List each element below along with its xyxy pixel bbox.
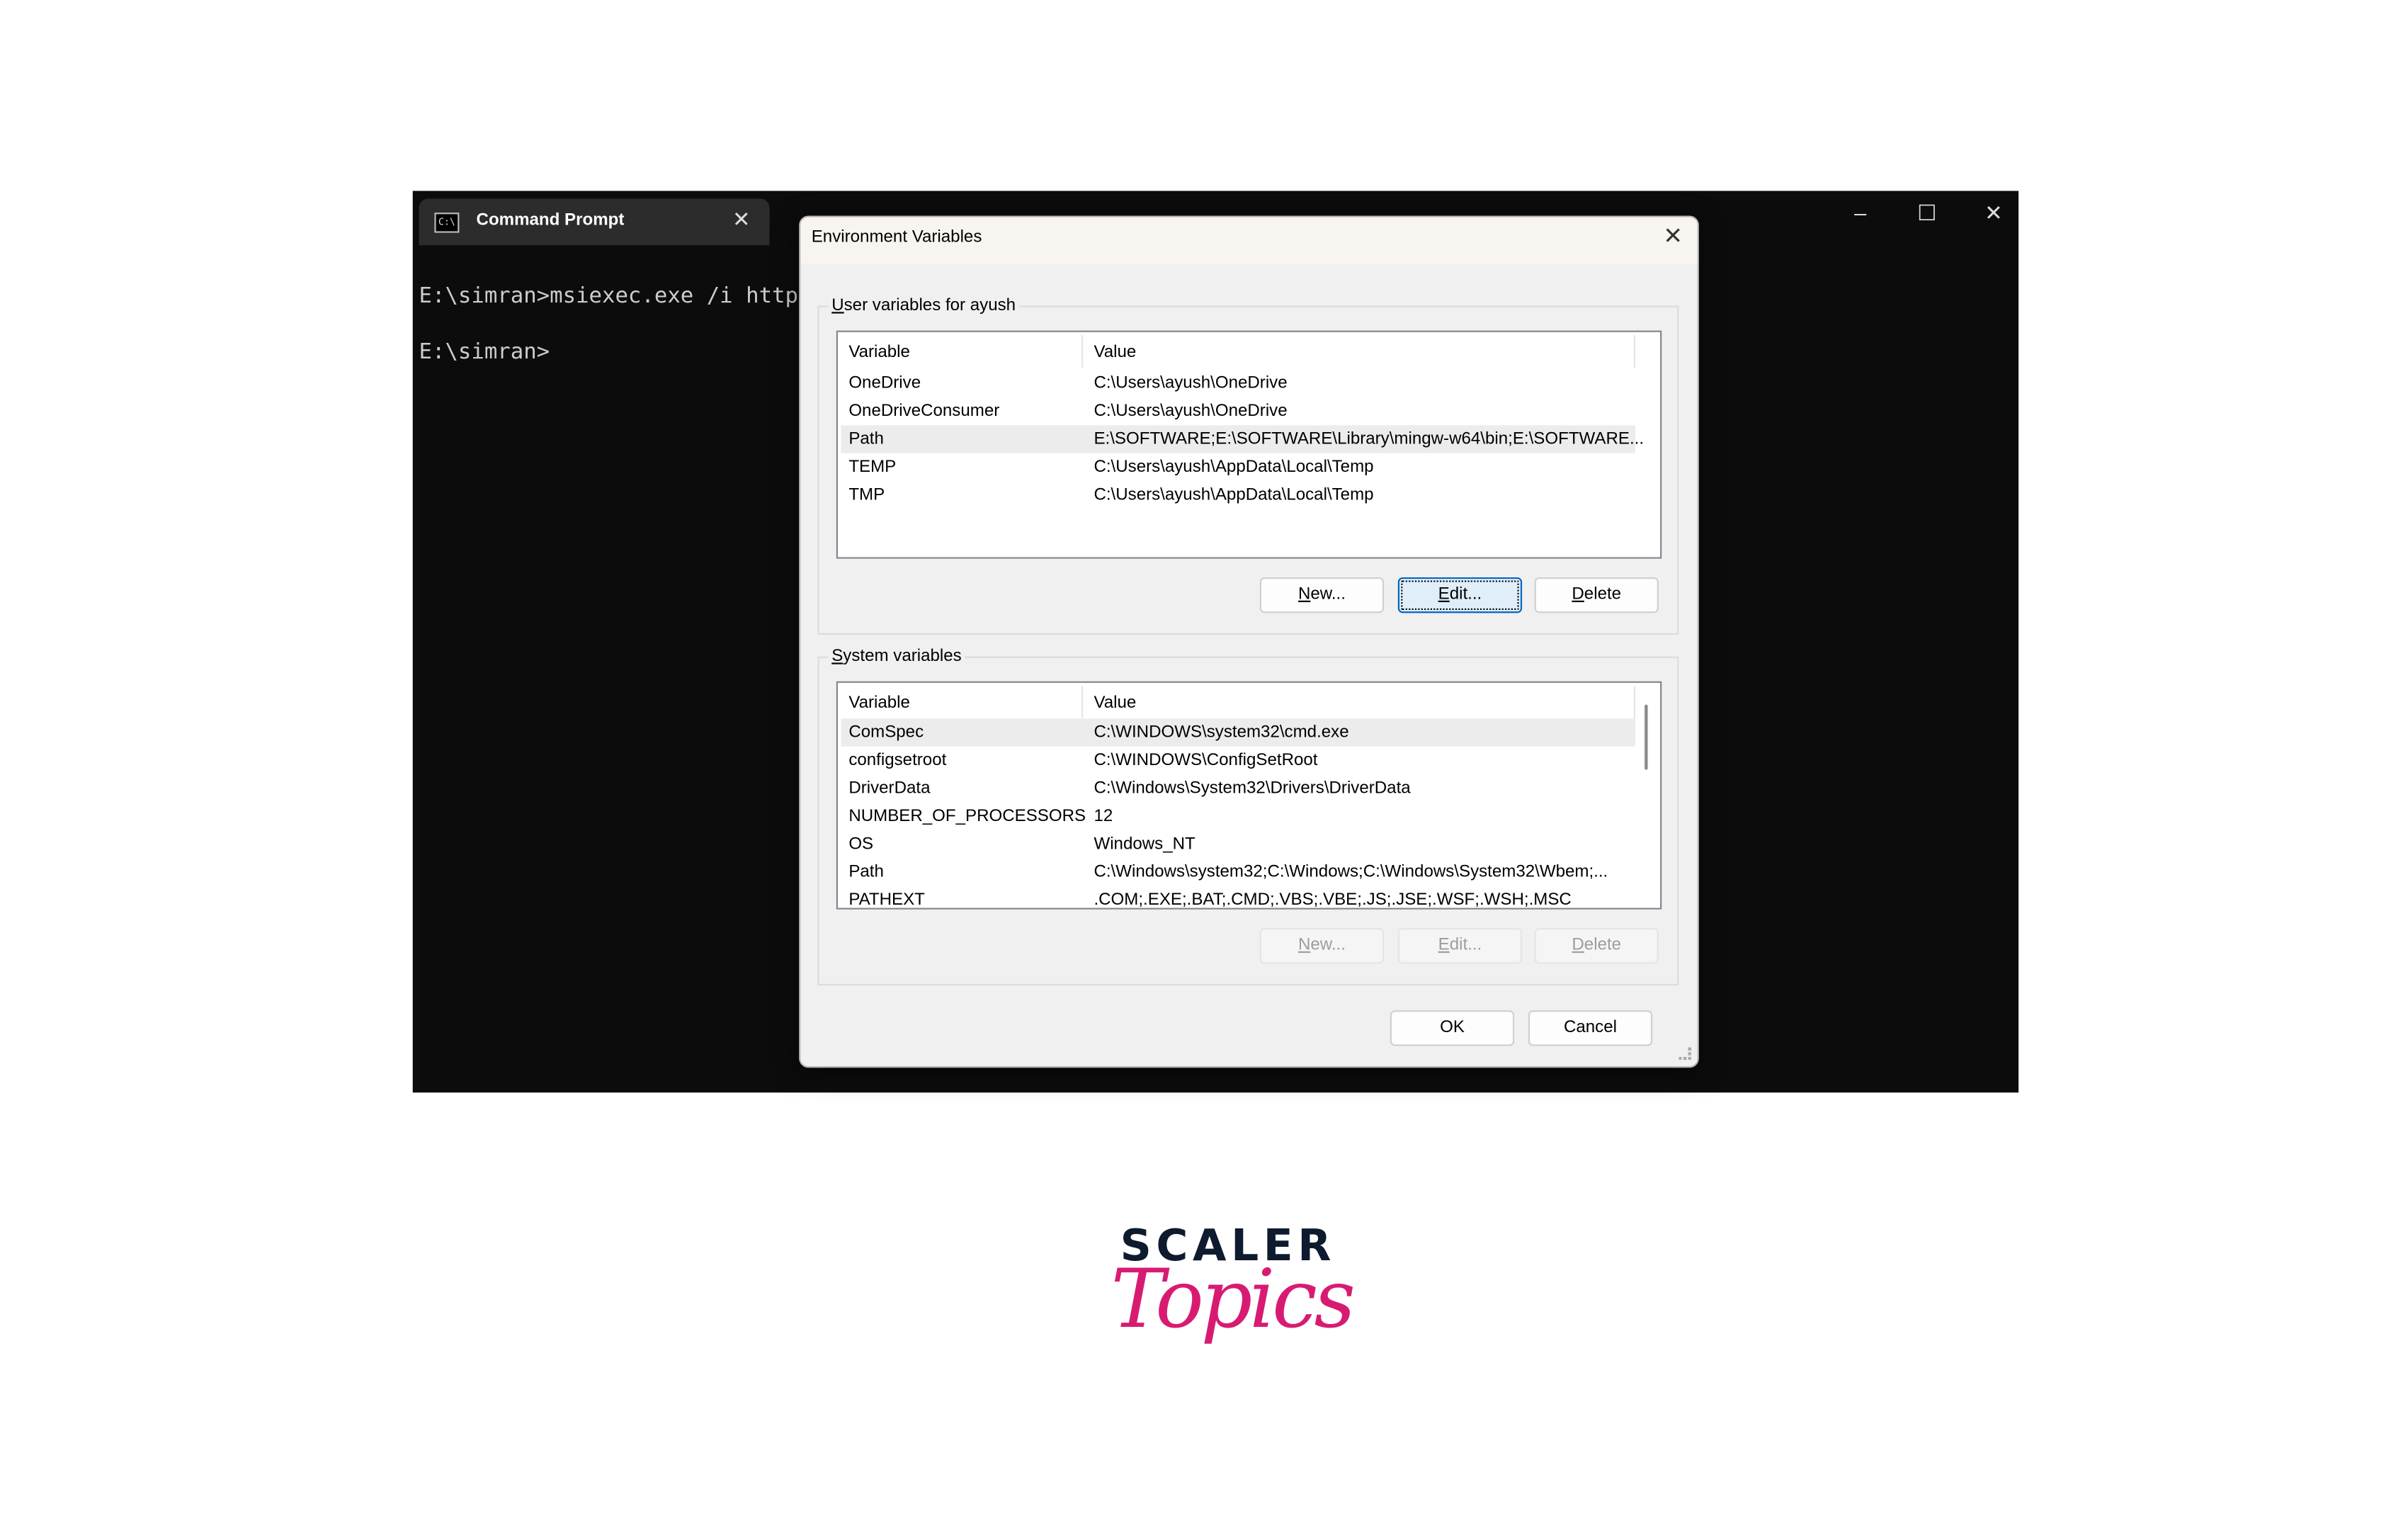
column-variable[interactable]: Variable — [848, 343, 910, 361]
column-divider — [1633, 335, 1635, 368]
system-variables-group: System variables Variable Value ComSpec C… — [817, 647, 1679, 986]
table-row[interactable]: TEMP C:\Users\ayush\AppData\Local\Temp — [841, 453, 1635, 481]
table-row[interactable]: OneDriveConsumer C:\Users\ayush\OneDrive — [841, 397, 1635, 425]
variable-name: NUMBER_OF_PROCESSORS — [848, 807, 1086, 826]
maximize-button[interactable]: ☐ — [1912, 200, 1943, 227]
column-value[interactable]: Value — [1094, 343, 1136, 361]
user-new-button[interactable]: New... — [1259, 577, 1385, 613]
table-row[interactable]: Path C:\Windows\system32;C:\Windows;C:\Wi… — [841, 858, 1635, 886]
variable-name: Path — [848, 863, 884, 882]
table-row[interactable]: OS Windows_NT — [841, 830, 1635, 858]
column-divider[interactable] — [1081, 335, 1084, 368]
scaler-topics-logo: SCALER Topics — [1086, 1214, 1356, 1415]
system-new-button[interactable]: New... — [1259, 928, 1385, 964]
system-variables-label: System variables — [828, 647, 965, 666]
variable-name: OS — [848, 835, 874, 854]
tab-title: Command Prompt — [476, 210, 625, 230]
table-row[interactable]: TMP C:\Users\ayush\AppData\Local\Temp — [841, 481, 1635, 509]
table-row-selected[interactable]: Path E:\SOFTWARE;E:\SOFTWARE\Library\ming… — [841, 425, 1644, 453]
list-header: Variable Value — [838, 686, 1635, 719]
variable-value: C:\WINDOWS\system32\cmd.exe — [1094, 723, 1349, 742]
variable-value: C:\Users\ayush\OneDrive — [1094, 402, 1288, 421]
system-edit-button[interactable]: Edit... — [1397, 928, 1523, 964]
variable-name: ComSpec — [848, 723, 924, 742]
table-row-selected[interactable]: ComSpec C:\WINDOWS\system32\cmd.exe — [841, 718, 1635, 747]
list-header: Variable Value — [838, 335, 1635, 368]
variable-name: PATHEXT — [848, 890, 925, 910]
tab-command-prompt[interactable]: C:\ Command Prompt ✕ — [419, 198, 770, 246]
variable-name: TMP — [848, 485, 885, 504]
user-variables-list[interactable]: Variable Value OneDrive C:\Users\ayush\On… — [836, 330, 1662, 559]
table-row[interactable]: OneDrive C:\Users\ayush\OneDrive — [841, 369, 1635, 397]
column-divider — [1633, 686, 1635, 719]
variable-value: E:\SOFTWARE;E:\SOFTWARE\Library\mingw-w6… — [1094, 429, 1645, 449]
table-row[interactable]: DriverData C:\Windows\System32\Drivers\Dr… — [841, 774, 1635, 802]
terminal-prompt[interactable]: E:\simran> — [419, 340, 550, 365]
dialog-title-bar: Environment Variables ✕ — [800, 217, 1698, 264]
stage: C:\ Command Prompt ✕ – ☐ ✕ E:\simran>msi… — [0, 0, 2408, 1516]
variable-value: C:\Windows\system32;C:\Windows;C:\Window… — [1094, 863, 1608, 882]
dialog-title: Environment Variables — [811, 228, 982, 247]
user-edit-button[interactable]: Edit... — [1397, 577, 1523, 613]
user-delete-button[interactable]: Delete — [1534, 577, 1659, 613]
scrollbar-thumb[interactable] — [1645, 704, 1648, 770]
variable-name: Path — [848, 429, 884, 449]
minimize-button[interactable]: – — [1845, 200, 1876, 225]
terminal-line: E:\simran>msiexec.exe /i http — [419, 283, 798, 309]
cancel-button[interactable]: Cancel — [1528, 1010, 1653, 1046]
column-variable[interactable]: Variable — [848, 694, 910, 712]
system-variables-list[interactable]: Variable Value ComSpec C:\WINDOWS\system3… — [836, 681, 1662, 910]
close-window-button[interactable]: ✕ — [1978, 200, 2009, 227]
table-row[interactable]: PATHEXT .COM;.EXE;.BAT;.CMD;.VBS;.VBE;.JS… — [841, 886, 1635, 910]
variable-value: C:\Users\ayush\AppData\Local\Temp — [1094, 458, 1374, 477]
user-variables-label: User variables for ayush — [828, 296, 1019, 315]
user-variables-group: User variables for ayush Variable Value … — [817, 296, 1679, 635]
variable-value: C:\Users\ayush\OneDrive — [1094, 373, 1288, 393]
variable-name: TEMP — [848, 458, 897, 477]
system-delete-button[interactable]: Delete — [1534, 928, 1659, 964]
column-value[interactable]: Value — [1094, 694, 1136, 712]
environment-variables-dialog: Environment Variables ✕ User variables f… — [799, 215, 1699, 1068]
table-row[interactable]: NUMBER_OF_PROCESSORS 12 — [841, 803, 1635, 830]
variable-name: DriverData — [848, 779, 931, 798]
variable-value: Windows_NT — [1094, 835, 1196, 854]
ok-button[interactable]: OK — [1390, 1010, 1515, 1046]
variable-value: 12 — [1094, 807, 1113, 826]
tab-close-icon[interactable]: ✕ — [732, 206, 751, 232]
variable-value: .COM;.EXE;.BAT;.CMD;.VBS;.VBE;.JS;.JSE;.… — [1094, 890, 1572, 910]
logo-topics-text: Topics — [1111, 1254, 1356, 1347]
variable-name: configsetroot — [848, 751, 947, 770]
variable-name: OneDrive — [848, 373, 921, 393]
column-divider[interactable] — [1081, 686, 1084, 719]
variable-value: C:\WINDOWS\ConfigSetRoot — [1094, 751, 1318, 770]
variable-value: C:\Users\ayush\AppData\Local\Temp — [1094, 485, 1374, 504]
resize-grip-icon[interactable] — [1679, 1047, 1691, 1060]
cmd-icon: C:\ — [434, 213, 460, 233]
table-row[interactable]: configsetroot C:\WINDOWS\ConfigSetRoot — [841, 747, 1635, 774]
dialog-close-icon[interactable]: ✕ — [1663, 222, 1683, 249]
variable-value: C:\Windows\System32\Drivers\DriverData — [1094, 779, 1411, 798]
variable-name: OneDriveConsumer — [848, 402, 1000, 421]
